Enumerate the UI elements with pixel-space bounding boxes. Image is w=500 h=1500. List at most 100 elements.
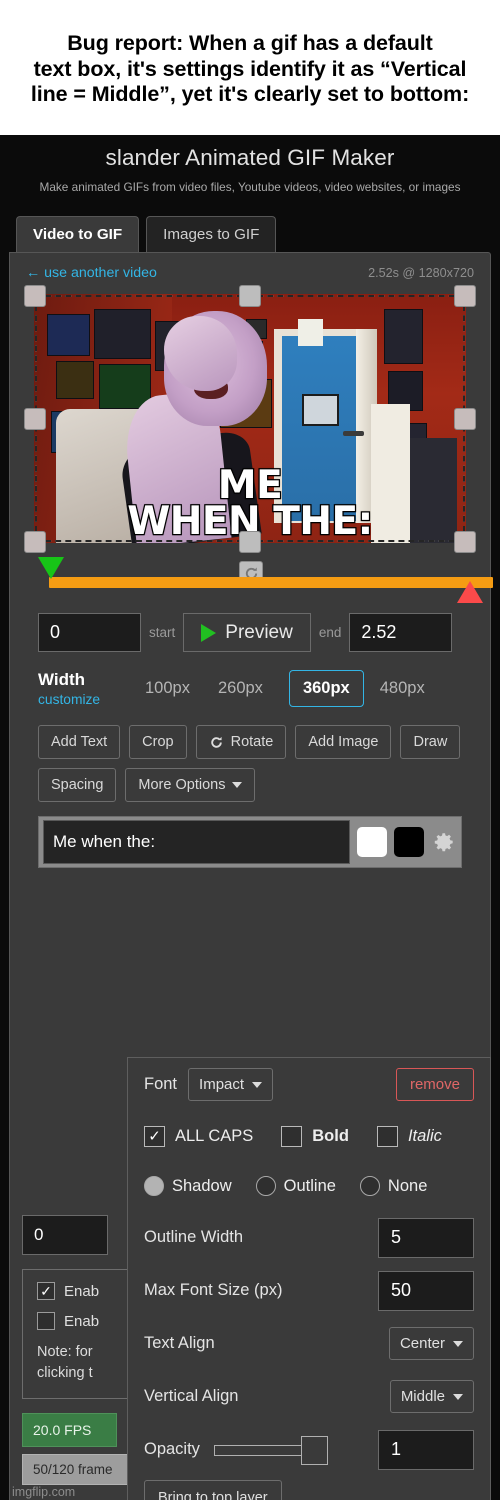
caption-line-2: text box, it's settings identify it as “… [33, 56, 467, 81]
width-label-group: Width customize [38, 670, 143, 707]
app-title: slander Animated GIF Maker [105, 145, 395, 170]
caption-banner: Bug report: When a gif has a default tex… [0, 0, 500, 135]
timeline-end-marker[interactable] [457, 581, 483, 603]
timeline[interactable] [22, 553, 493, 609]
font-select[interactable]: Impact [188, 1068, 274, 1101]
chevron-down-icon [453, 1340, 463, 1347]
max-font-size-row: Max Font Size (px) [128, 1264, 490, 1317]
resize-handle-bottom-center[interactable] [239, 531, 261, 553]
bring-to-top-layer-button[interactable]: Bring to top layer [144, 1480, 282, 1500]
outline-radio[interactable] [255, 1176, 276, 1196]
draw-button[interactable]: Draw [400, 725, 461, 759]
shadow-label: Shadow [172, 1176, 232, 1195]
chevron-down-icon [232, 782, 243, 788]
bold-checkbox[interactable] [281, 1125, 303, 1147]
all-caps-checkbox[interactable]: ✓ [144, 1125, 165, 1147]
vertical-align-value: Middle [400, 1388, 445, 1405]
vertical-align-label: Vertical Align [144, 1387, 239, 1405]
width-row: Width customize 100px 260px 360px 480px [22, 652, 478, 707]
background-number-input[interactable] [22, 1215, 108, 1255]
text-align-row: Text Align Center [128, 1317, 490, 1370]
gear-icon[interactable] [431, 829, 457, 855]
opacity-slider[interactable] [213, 1435, 328, 1465]
tab-video-to-gif[interactable]: Video to GIF [16, 216, 140, 253]
app-screenshot: slander Animated GIF Maker Make animated… [0, 135, 500, 1500]
customize-link[interactable]: customize [38, 690, 143, 707]
none-label: None [387, 1176, 428, 1195]
outline-label: Outline [283, 1176, 336, 1195]
text-align-select[interactable]: Center [388, 1327, 474, 1360]
rotate-button[interactable]: Rotate [195, 725, 287, 759]
font-select-value: Impact [199, 1076, 245, 1093]
vertical-align-select[interactable]: Middle [389, 1380, 474, 1413]
selection-box [35, 295, 465, 542]
crop-button[interactable]: Crop [129, 725, 187, 759]
fps-badge[interactable]: 20.0 FPS [22, 1413, 117, 1448]
caption-line-3: line = Middle”, yet it's clearly set to … [30, 82, 470, 107]
text-fill-color-swatch[interactable] [357, 827, 387, 857]
timeline-bar[interactable] [49, 577, 493, 588]
enable-option-2-checkbox[interactable] [37, 1312, 55, 1330]
text-align-value: Center [399, 1335, 445, 1352]
none-radio[interactable] [359, 1176, 380, 1196]
max-font-size-label: Max Font Size (px) [144, 1281, 283, 1299]
text-style-checkbox-row: ✓ ALL CAPS Bold Italic [128, 1111, 490, 1161]
width-option-360[interactable]: 360px [288, 670, 364, 707]
more-options-label: More Options [138, 777, 226, 793]
resize-handle-bottom-left[interactable] [24, 531, 46, 553]
preview-button[interactable]: Preview [183, 613, 311, 652]
outline-width-input[interactable] [378, 1217, 474, 1258]
video-header: ← use another video 2.52s @ 1280x720 [22, 263, 478, 287]
app-subtitle: Make animated GIFs from video files, You… [39, 180, 461, 194]
tab-images-to-gif[interactable]: Images to GIF [146, 216, 277, 253]
page-root: Bug report: When a gif has a default tex… [0, 0, 500, 1500]
width-option-260[interactable]: 260px [216, 673, 265, 704]
rotate-cw-icon [210, 736, 222, 748]
outline-width-label: Outline Width [144, 1228, 244, 1246]
frames-badge[interactable]: 50/120 frame [22, 1454, 137, 1486]
tool-bar: Add Text Crop Rotate Add Image Draw Spac… [22, 707, 478, 802]
width-option-480[interactable]: 480px [378, 673, 427, 704]
add-text-button[interactable]: Add Text [38, 725, 121, 759]
caption-text: Bug report: When a gif has a default tex… [31, 31, 469, 108]
text-settings-panel: Font Impact remove ✓ ALL CAPS Bold Itali… [127, 1057, 491, 1500]
chevron-down-icon [453, 1393, 463, 1400]
resize-handle-top-right[interactable] [454, 285, 476, 307]
italic-checkbox[interactable] [376, 1125, 398, 1147]
resize-handle-top-center[interactable] [239, 285, 261, 307]
opacity-row: Opacity [128, 1423, 490, 1476]
vertical-align-row: Vertical Align Middle [128, 1370, 490, 1423]
opacity-slider-knob[interactable] [300, 1435, 328, 1465]
preview-label: Preview [225, 621, 293, 643]
font-row: Font Impact remove [128, 1058, 490, 1111]
opacity-input[interactable] [378, 1429, 474, 1470]
enable-option-2-label: Enab [64, 1312, 100, 1330]
timeline-start-marker[interactable] [38, 557, 64, 579]
resize-handle-middle-right[interactable] [454, 408, 476, 430]
start-label: start [149, 625, 176, 640]
end-label: end [318, 625, 342, 640]
remove-text-button[interactable]: remove [395, 1068, 474, 1101]
spacing-button[interactable]: Spacing [38, 768, 117, 802]
width-option-100[interactable]: 100px [143, 673, 192, 704]
play-icon [201, 623, 217, 642]
text-box-input[interactable] [43, 820, 350, 864]
end-time-input[interactable] [349, 613, 453, 652]
resize-handle-middle-left[interactable] [24, 408, 46, 430]
rotate-label: Rotate [230, 734, 274, 750]
resize-handle-bottom-right[interactable] [454, 531, 476, 553]
enable-option-1-label: Enab [64, 1282, 100, 1300]
add-image-button[interactable]: Add Image [295, 725, 392, 759]
max-font-size-input[interactable] [378, 1270, 474, 1311]
start-time-input[interactable] [38, 613, 141, 652]
use-another-video-link[interactable]: ← use another video [26, 265, 157, 281]
resize-handle-top-left[interactable] [24, 285, 46, 307]
italic-label: Italic [407, 1126, 442, 1145]
width-label: Width [38, 670, 86, 689]
shadow-radio[interactable] [144, 1176, 164, 1196]
text-outline-color-swatch[interactable] [394, 827, 424, 857]
chevron-down-icon [252, 1081, 263, 1088]
video-dimensions-label: 2.52s @ 1280x720 [368, 266, 474, 280]
more-options-button[interactable]: More Options [125, 768, 256, 802]
enable-option-1-checkbox[interactable]: ✓ [37, 1282, 55, 1300]
